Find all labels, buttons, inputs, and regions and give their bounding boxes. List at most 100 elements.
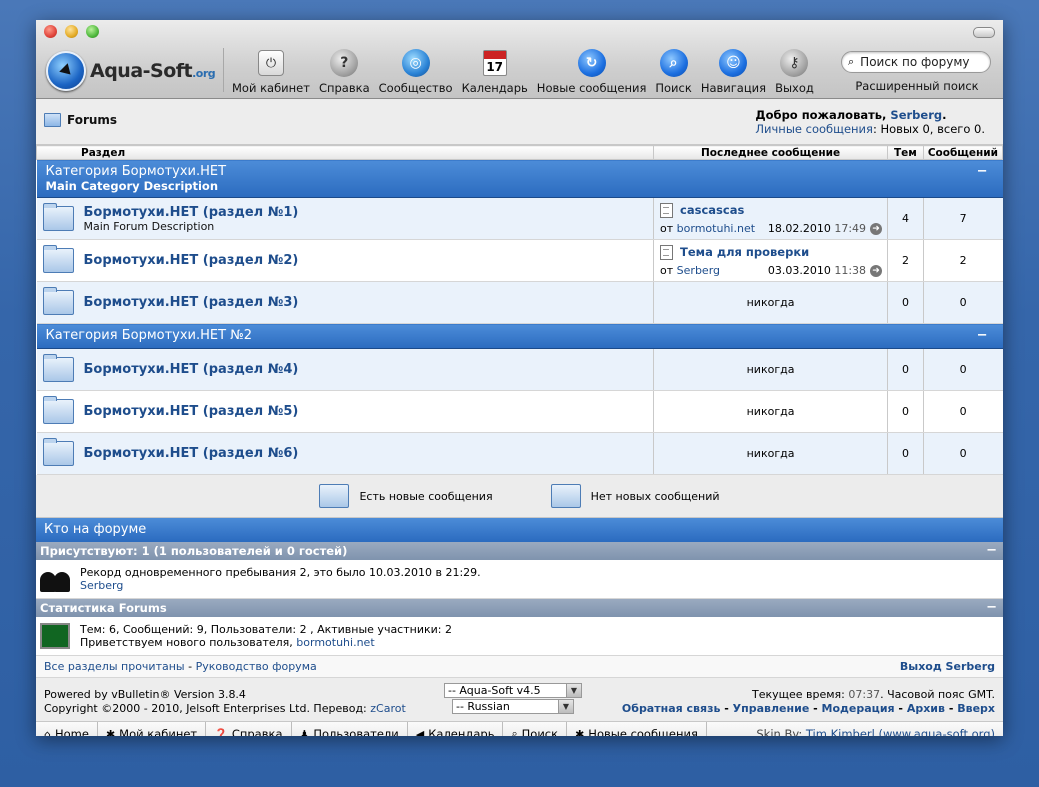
style-select[interactable]: -- Aqua-Soft v4.5 ▼ bbox=[444, 683, 582, 698]
post-count: 7 bbox=[922, 197, 1003, 240]
thread-count: 0 bbox=[887, 390, 924, 433]
last-post-thread-link[interactable]: cascascas bbox=[680, 203, 744, 217]
nav-my-cabinet[interactable]: ✱ Мой кабинет bbox=[98, 722, 207, 736]
forum-rules-link[interactable]: Руководство форума bbox=[196, 660, 317, 673]
last-post-thread-link[interactable]: Тема для проверки bbox=[680, 245, 809, 259]
page-content: Forums Добро пожаловать, Serberg. Личные… bbox=[36, 99, 1003, 736]
post-count: 0 bbox=[922, 348, 1003, 391]
toolbar-calendar[interactable]: 17 Календарь bbox=[462, 48, 528, 95]
forum-description: Main Forum Description bbox=[83, 219, 215, 233]
last-post-never: никогда bbox=[653, 281, 888, 324]
go-to-last-post-icon[interactable]: ➜ bbox=[870, 222, 883, 235]
welcome-user-link[interactable]: Serberg bbox=[890, 108, 942, 122]
site-logo[interactable]: Aqua-Soft.org bbox=[46, 51, 216, 91]
collapse-button[interactable]: − bbox=[977, 164, 988, 179]
forum-table: Раздел Последнее сообщение Тем Сообщений… bbox=[36, 145, 1003, 475]
logout-link[interactable]: Выход Serberg bbox=[900, 660, 995, 673]
admin-link[interactable]: Управление bbox=[733, 702, 810, 715]
post-count: 0 bbox=[922, 281, 1003, 324]
close-window-button[interactable] bbox=[44, 25, 57, 38]
folder-icon bbox=[44, 113, 61, 127]
forum-row: Бормотухи.НЕТ (раздел №5) никогда 0 0 bbox=[36, 390, 1003, 433]
top-link[interactable]: Вверх bbox=[957, 702, 995, 715]
thread-count: 0 bbox=[887, 432, 924, 475]
nav-members[interactable]: ♟ Пользователи bbox=[292, 722, 408, 736]
language-select[interactable]: -- Russian ▼ bbox=[452, 699, 574, 714]
last-post-user-link[interactable]: Serberg bbox=[677, 264, 720, 277]
toolbar-search[interactable]: ⌕ Поиск bbox=[655, 48, 692, 95]
category-title[interactable]: Категория Бормотухи.НЕТ №2 bbox=[46, 328, 252, 343]
folder-icon bbox=[42, 287, 74, 315]
mark-read-link[interactable]: Все разделы прочитаны bbox=[44, 660, 185, 673]
user-icon: ♟ bbox=[299, 727, 310, 737]
forum-title-link[interactable]: Бормотухи.НЕТ (раздел №5) bbox=[84, 404, 299, 419]
breadcrumb: Forums bbox=[44, 113, 117, 127]
collapse-button[interactable]: − bbox=[986, 599, 997, 617]
powered-by: Powered by vBulletin® Version 3.8.4 bbox=[44, 688, 246, 701]
toolbar-community[interactable]: ◎ Сообщество bbox=[379, 48, 453, 95]
header-threads: Тем bbox=[887, 145, 924, 160]
newest-user-link[interactable]: bormotuhi.net bbox=[296, 636, 374, 649]
minimize-window-button[interactable] bbox=[65, 25, 78, 38]
breadcrumb-forums[interactable]: Forums bbox=[67, 113, 117, 127]
chevron-down-icon: ▼ bbox=[558, 700, 573, 713]
nav-search[interactable]: ⌕ Поиск bbox=[503, 722, 568, 736]
thread-icon bbox=[660, 202, 674, 218]
search-area: ⌕ Расширенный поиск bbox=[841, 51, 993, 93]
collapse-button[interactable]: − bbox=[986, 542, 997, 560]
archive-link[interactable]: Архив bbox=[907, 702, 945, 715]
collapse-button[interactable]: − bbox=[977, 328, 988, 343]
last-post-never: никогда bbox=[653, 390, 888, 433]
calendar-icon: 17 bbox=[482, 50, 507, 76]
toolbar-navigation[interactable]: ☺ Навигация bbox=[701, 48, 766, 95]
translator-link[interactable]: zCarot bbox=[370, 702, 406, 715]
magnifier-icon: ⌕ bbox=[659, 49, 688, 77]
activity-monitor-icon bbox=[40, 623, 70, 649]
advanced-search-link[interactable]: Расширенный поиск bbox=[841, 79, 993, 93]
globe-icon: ◎ bbox=[401, 49, 430, 77]
thread-count: 0 bbox=[887, 348, 924, 391]
forum-title-link[interactable]: Бормотухи.НЕТ (раздел №2) bbox=[84, 253, 299, 268]
forum-title-link[interactable]: Бормотухи.НЕТ (раздел №6) bbox=[84, 446, 299, 461]
online-user-link[interactable]: Serberg bbox=[80, 579, 123, 592]
search-icon: ⌕ bbox=[848, 55, 855, 68]
forum-title-link[interactable]: Бормотухи.НЕТ (раздел №3) bbox=[84, 295, 299, 310]
toolbar-help[interactable]: ? Справка bbox=[319, 48, 370, 95]
window-controls bbox=[44, 25, 99, 38]
toolbar-my-cabinet[interactable]: ⏻ Мой кабинет bbox=[232, 48, 310, 95]
home-icon: ⌂ bbox=[44, 727, 51, 737]
forum-title-link[interactable]: Бормотухи.НЕТ (раздел №1) bbox=[84, 205, 299, 220]
last-post-never: никогда bbox=[653, 432, 888, 475]
private-messages-link[interactable]: Личные сообщения bbox=[755, 122, 873, 136]
post-count: 2 bbox=[922, 239, 1003, 282]
toolbar-new-posts[interactable]: ↻ Новые сообщения bbox=[537, 48, 646, 95]
breadcrumb-bar: Forums Добро пожаловать, Serberg. Личные… bbox=[36, 99, 1003, 145]
bottom-navbar: ⌂ Home ✱ Мой кабинет ❓ Справка ♟ Пользовател… bbox=[36, 722, 1003, 736]
search-input[interactable] bbox=[858, 54, 985, 70]
title-bar: Aqua-Soft.org ⏻ Мой кабинет ? Справка ◎ … bbox=[36, 20, 1003, 99]
megaphone-icon: ◀ bbox=[415, 727, 425, 737]
nav-help[interactable]: ❓ Справка bbox=[206, 722, 292, 736]
refresh-icon: ↻ bbox=[577, 49, 606, 77]
current-time: 07:37 bbox=[848, 688, 881, 701]
category-description: Main Category Description bbox=[45, 179, 219, 193]
chevron-down-icon: ▼ bbox=[566, 684, 581, 697]
forum-title-link[interactable]: Бормотухи.НЕТ (раздел №4) bbox=[84, 362, 299, 377]
moderation-link[interactable]: Модерация bbox=[822, 702, 895, 715]
toolbar-toggle-button[interactable] bbox=[973, 27, 995, 38]
category-title[interactable]: Категория Бормотухи.НЕТ bbox=[46, 164, 227, 179]
toolbar-logout[interactable]: ⚷ Выход bbox=[775, 48, 814, 95]
skin-author-link[interactable]: Tim Kimberl (www.aqua-soft.org) bbox=[806, 727, 995, 736]
zoom-window-button[interactable] bbox=[86, 25, 99, 38]
last-post-user-link[interactable]: bormotuhi.net bbox=[677, 222, 755, 235]
go-to-last-post-icon[interactable]: ➜ bbox=[870, 264, 883, 277]
post-count: 0 bbox=[922, 390, 1003, 433]
contact-link[interactable]: Обратная связь bbox=[622, 702, 721, 715]
nav-calendar[interactable]: ◀ Календарь bbox=[408, 722, 504, 736]
keys-icon: ⚷ bbox=[780, 49, 809, 77]
switch-icon: ⏻ bbox=[257, 50, 284, 76]
forum-row: Бормотухи.НЕТ (раздел №6) никогда 0 0 bbox=[36, 432, 1003, 475]
browser-window: Aqua-Soft.org ⏻ Мой кабинет ? Справка ◎ … bbox=[36, 20, 1003, 736]
nav-home[interactable]: ⌂ Home bbox=[36, 722, 98, 736]
nav-new-posts[interactable]: ✱ Новые сообщения bbox=[567, 722, 707, 736]
